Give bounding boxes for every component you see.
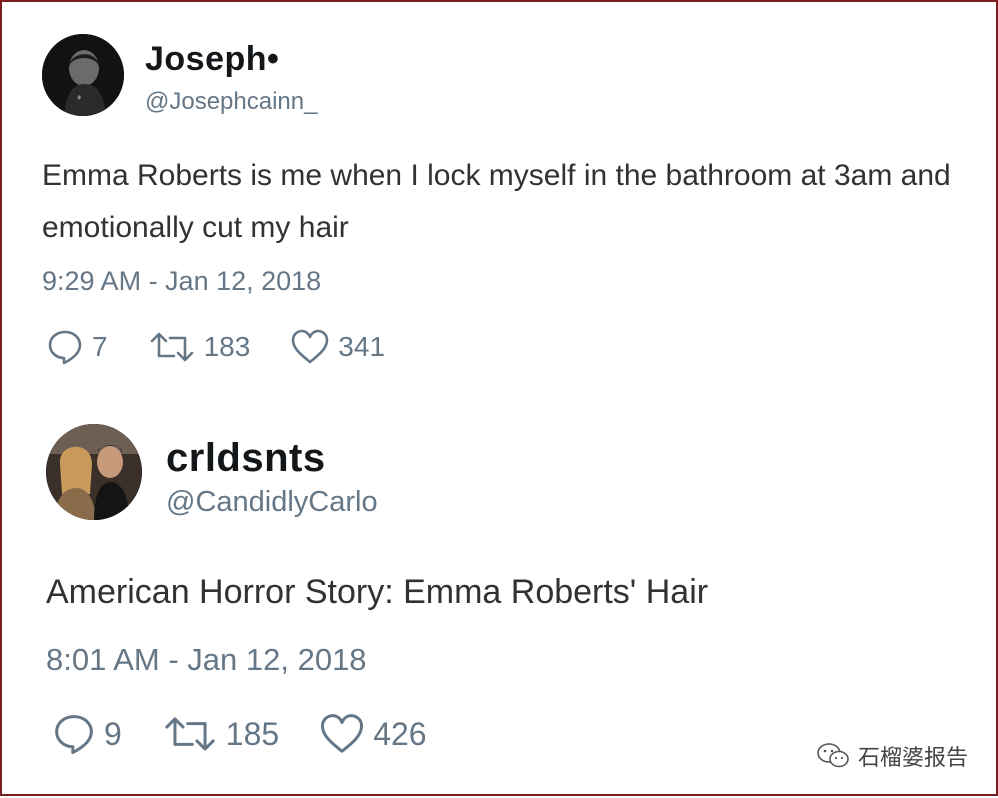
profile-photo-icon: ♦ (42, 34, 124, 116)
tweet-text: Emma Roberts is me when I lock myself in… (42, 150, 951, 254)
reply-icon (48, 330, 82, 365)
retweet-button[interactable]: 185 (162, 712, 279, 756)
avatar[interactable]: ♦ (42, 34, 124, 116)
retweet-button[interactable]: 183 (148, 328, 251, 366)
watermark-text: 石榴婆报告 (857, 745, 968, 770)
retweet-icon (150, 332, 193, 362)
tweet-actions: 7 183 341 (46, 328, 425, 366)
reply-count: 9 (104, 715, 122, 752)
timestamp[interactable]: 8:01 AM - Jan 12, 2018 (46, 642, 367, 678)
tweet-text-line: emotionally cut my hair (42, 211, 349, 244)
reply-icon (55, 715, 93, 755)
avatar[interactable] (46, 424, 142, 520)
watermark: 石榴婆报告 (816, 740, 968, 772)
display-name[interactable]: Joseph• (145, 40, 279, 79)
reply-count: 7 (92, 331, 108, 362)
wechat-icon (817, 743, 849, 768)
heart-icon (321, 714, 364, 753)
user-handle[interactable]: @CandidlyCarlo (166, 486, 378, 519)
tweet-card-1: ♦ Joseph• @Josephcainn_ Emma Roberts is … (0, 0, 998, 400)
retweet-icon (165, 717, 215, 751)
reply-button[interactable]: 9 (52, 712, 122, 756)
retweet-count: 185 (225, 715, 280, 752)
tweet-text-line: Emma Roberts is me when I lock myself in… (42, 159, 951, 192)
tweet-actions: 9 185 426 (52, 712, 467, 756)
retweet-count: 183 (203, 331, 251, 362)
tweet-text-line: American Horror Story: Emma Roberts' Hai… (46, 573, 709, 611)
tweet-text: American Horror Story: Emma Roberts' Hai… (46, 566, 708, 618)
heart-icon (291, 329, 329, 364)
like-button[interactable]: 341 (290, 328, 385, 366)
tweet-card-2: crldsnts @CandidlyCarlo American Horror … (0, 398, 998, 796)
like-button[interactable]: 426 (319, 712, 427, 756)
display-name[interactable]: crldsnts (166, 436, 326, 481)
user-handle[interactable]: @Josephcainn_ (145, 88, 317, 116)
svg-text:♦: ♦ (76, 94, 82, 102)
reply-button[interactable]: 7 (46, 328, 108, 366)
timestamp[interactable]: 9:29 AM - Jan 12, 2018 (42, 266, 321, 297)
like-count: 341 (338, 331, 386, 362)
like-count: 426 (373, 715, 427, 752)
profile-photo-icon (46, 424, 142, 520)
